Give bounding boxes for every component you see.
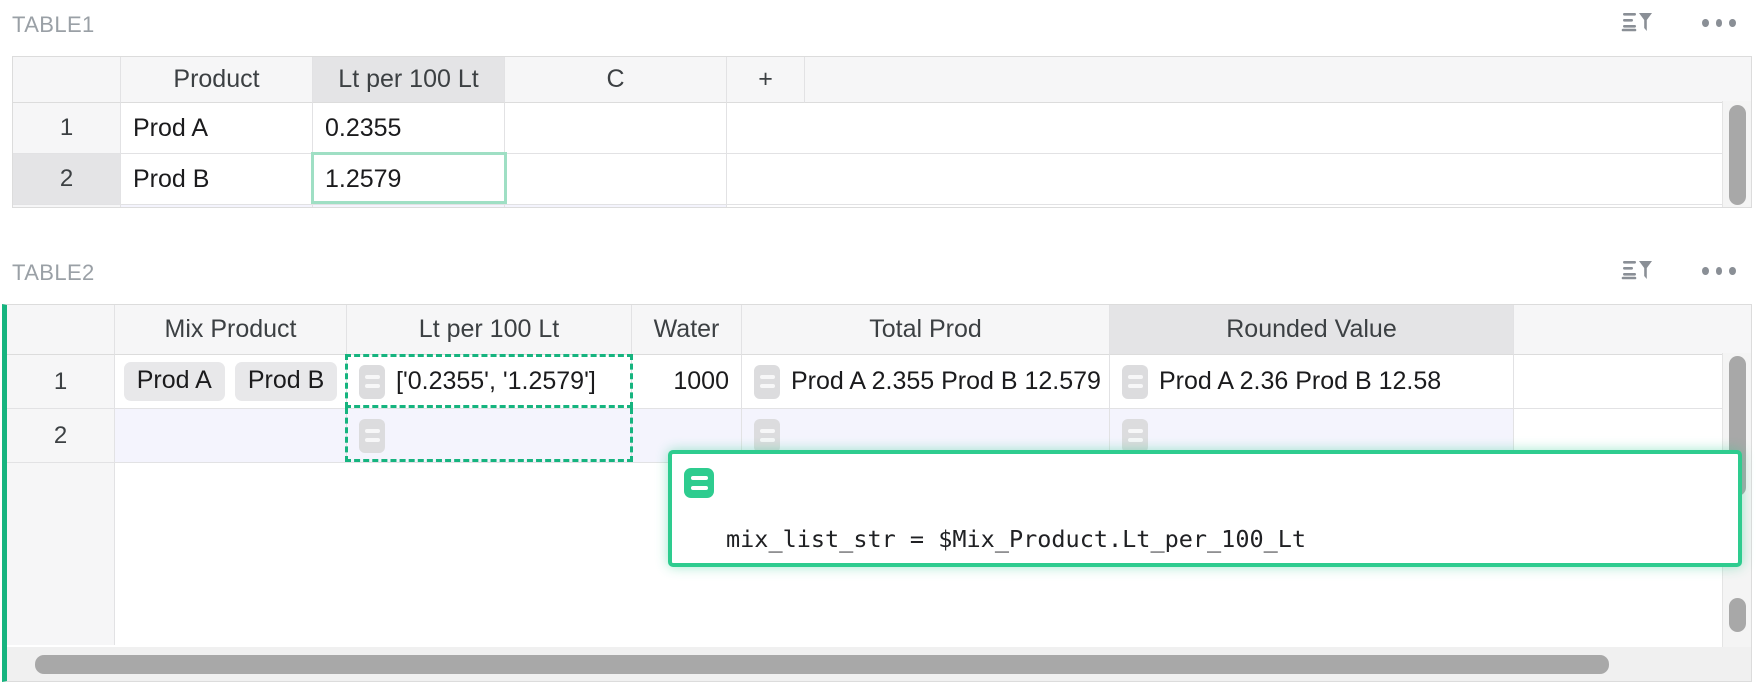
table2-col-total-prod[interactable]: Total Prod [742, 305, 1110, 355]
table2-corner-cell [7, 305, 115, 355]
table1-new-row[interactable] [13, 205, 1751, 208]
mix-product-chips: Prod A Prod B [124, 362, 338, 401]
table2-col-mix-product[interactable]: Mix Product [115, 305, 347, 355]
table2-empty-rownum [7, 463, 115, 645]
sort-filter-icon[interactable] [1620, 256, 1654, 286]
formula-editor-popup[interactable]: mix_list_str = $Mix_Product.Lt_per_100_L… [668, 450, 1742, 567]
table1-row-filler [727, 205, 1751, 208]
table2-col-rounded-value[interactable]: Rounded Value [1110, 305, 1514, 355]
more-options-icon[interactable] [1702, 256, 1736, 286]
table2-vertical-scroll-thumb-lower[interactable] [1729, 598, 1746, 632]
table1-col-c[interactable]: C [505, 57, 727, 103]
table-row[interactable]: 1 Prod A 0.2355 [13, 103, 1751, 154]
table2-header-filler [1514, 305, 1751, 355]
table1-corner-cell [13, 57, 121, 103]
formula-icon [1122, 365, 1148, 399]
chip-prod-b[interactable]: Prod B [235, 362, 337, 401]
table2-header-row: Mix Product Lt per 100 Lt Water Total Pr… [7, 305, 1751, 355]
table1-row-number-placeholder [13, 205, 121, 208]
table2-horizontal-scrollbar[interactable] [7, 647, 1751, 681]
table1-caption: TABLE1 [12, 12, 95, 38]
table1-cell-c[interactable] [505, 154, 727, 205]
table2-horizontal-scroll-thumb[interactable] [35, 655, 1609, 674]
table1-row-filler [727, 103, 1751, 154]
formula-icon [359, 365, 385, 399]
table1-col-lt-per-100[interactable]: Lt per 100 Lt [313, 57, 505, 103]
table2-col-water[interactable]: Water [632, 305, 742, 355]
table1-header-row: Product Lt per 100 Lt C + [13, 57, 1751, 103]
table-row[interactable]: 1 Prod A Prod B ['0.2355', '1.2579'] 100… [7, 355, 1751, 409]
table2-row-number[interactable]: 2 [7, 409, 115, 463]
table1-cell-product[interactable]: Prod B [121, 154, 313, 205]
table2-cell-lt-per-100-value: ['0.2355', '1.2579'] [396, 367, 596, 396]
sort-filter-icon[interactable] [1620, 8, 1654, 38]
table1-row-number[interactable]: 1 [13, 103, 121, 154]
table1-cell-c[interactable] [505, 103, 727, 154]
table1-vertical-scrollbar[interactable] [1722, 101, 1751, 207]
table-row[interactable]: 2 Prod B 1.2579 [13, 154, 1751, 205]
formula-icon [1122, 419, 1148, 453]
table2-cell-total-prod-value: Prod A 2.355 Prod B 12.579 [791, 367, 1101, 396]
more-options-icon[interactable] [1702, 8, 1736, 38]
formula-icon [754, 365, 780, 399]
table1-cell-lt-per-100[interactable]: 1.2579 [313, 154, 505, 205]
table2-cell-rounded-value-value: Prod A 2.36 Prod B 12.58 [1159, 367, 1441, 396]
table1-new-cell[interactable] [313, 205, 505, 208]
table1-grid[interactable]: Product Lt per 100 Lt C + 1 Prod A 0.235… [12, 56, 1752, 208]
table2-cell-mix-product[interactable] [115, 409, 347, 463]
table2-cell-water[interactable]: 1000 [632, 355, 742, 409]
formula-icon [684, 468, 714, 498]
table2-row-filler [1514, 355, 1751, 409]
table1-vertical-scroll-thumb[interactable] [1729, 105, 1746, 205]
table2-cell-total-prod[interactable]: Prod A 2.355 Prod B 12.579 [742, 355, 1110, 409]
table1-header-actions [1620, 8, 1736, 38]
formula-icon [754, 419, 780, 453]
table2-header-actions [1620, 256, 1736, 286]
table1-cell-lt-per-100[interactable]: 0.2355 [313, 103, 505, 154]
table1-header-filler [805, 57, 1751, 103]
table1-col-product[interactable]: Product [121, 57, 313, 103]
spreadsheet-app: TABLE1 Product Lt per 100 Lt C + [0, 0, 1758, 697]
chip-prod-a[interactable]: Prod A [124, 362, 225, 401]
table1-new-cell[interactable] [505, 205, 727, 208]
table1-cell-product[interactable]: Prod A [121, 103, 313, 154]
formula-line-1: mix_list_str = $Mix_Product.Lt_per_100_L… [726, 524, 1730, 553]
table1-row-filler [727, 154, 1751, 205]
formula-icon [359, 419, 385, 453]
table2-cell-lt-per-100[interactable]: ['0.2355', '1.2579'] [347, 355, 632, 409]
table2-col-lt-per-100[interactable]: Lt per 100 Lt [347, 305, 632, 355]
formula-editor-code[interactable]: mix_list_str = $Mix_Product.Lt_per_100_L… [726, 464, 1738, 553]
table1-new-cell[interactable] [121, 205, 313, 208]
table2-cell-mix-product[interactable]: Prod A Prod B [115, 355, 347, 409]
table2-cell-rounded-value[interactable]: Prod A 2.36 Prod B 12.58 [1110, 355, 1514, 409]
table1-add-column-button[interactable]: + [727, 57, 805, 103]
table2-caption: TABLE2 [12, 260, 95, 286]
table1-row-number[interactable]: 2 [13, 154, 121, 205]
table2-cell-lt-per-100[interactable] [347, 409, 632, 463]
table2-row-number[interactable]: 1 [7, 355, 115, 409]
